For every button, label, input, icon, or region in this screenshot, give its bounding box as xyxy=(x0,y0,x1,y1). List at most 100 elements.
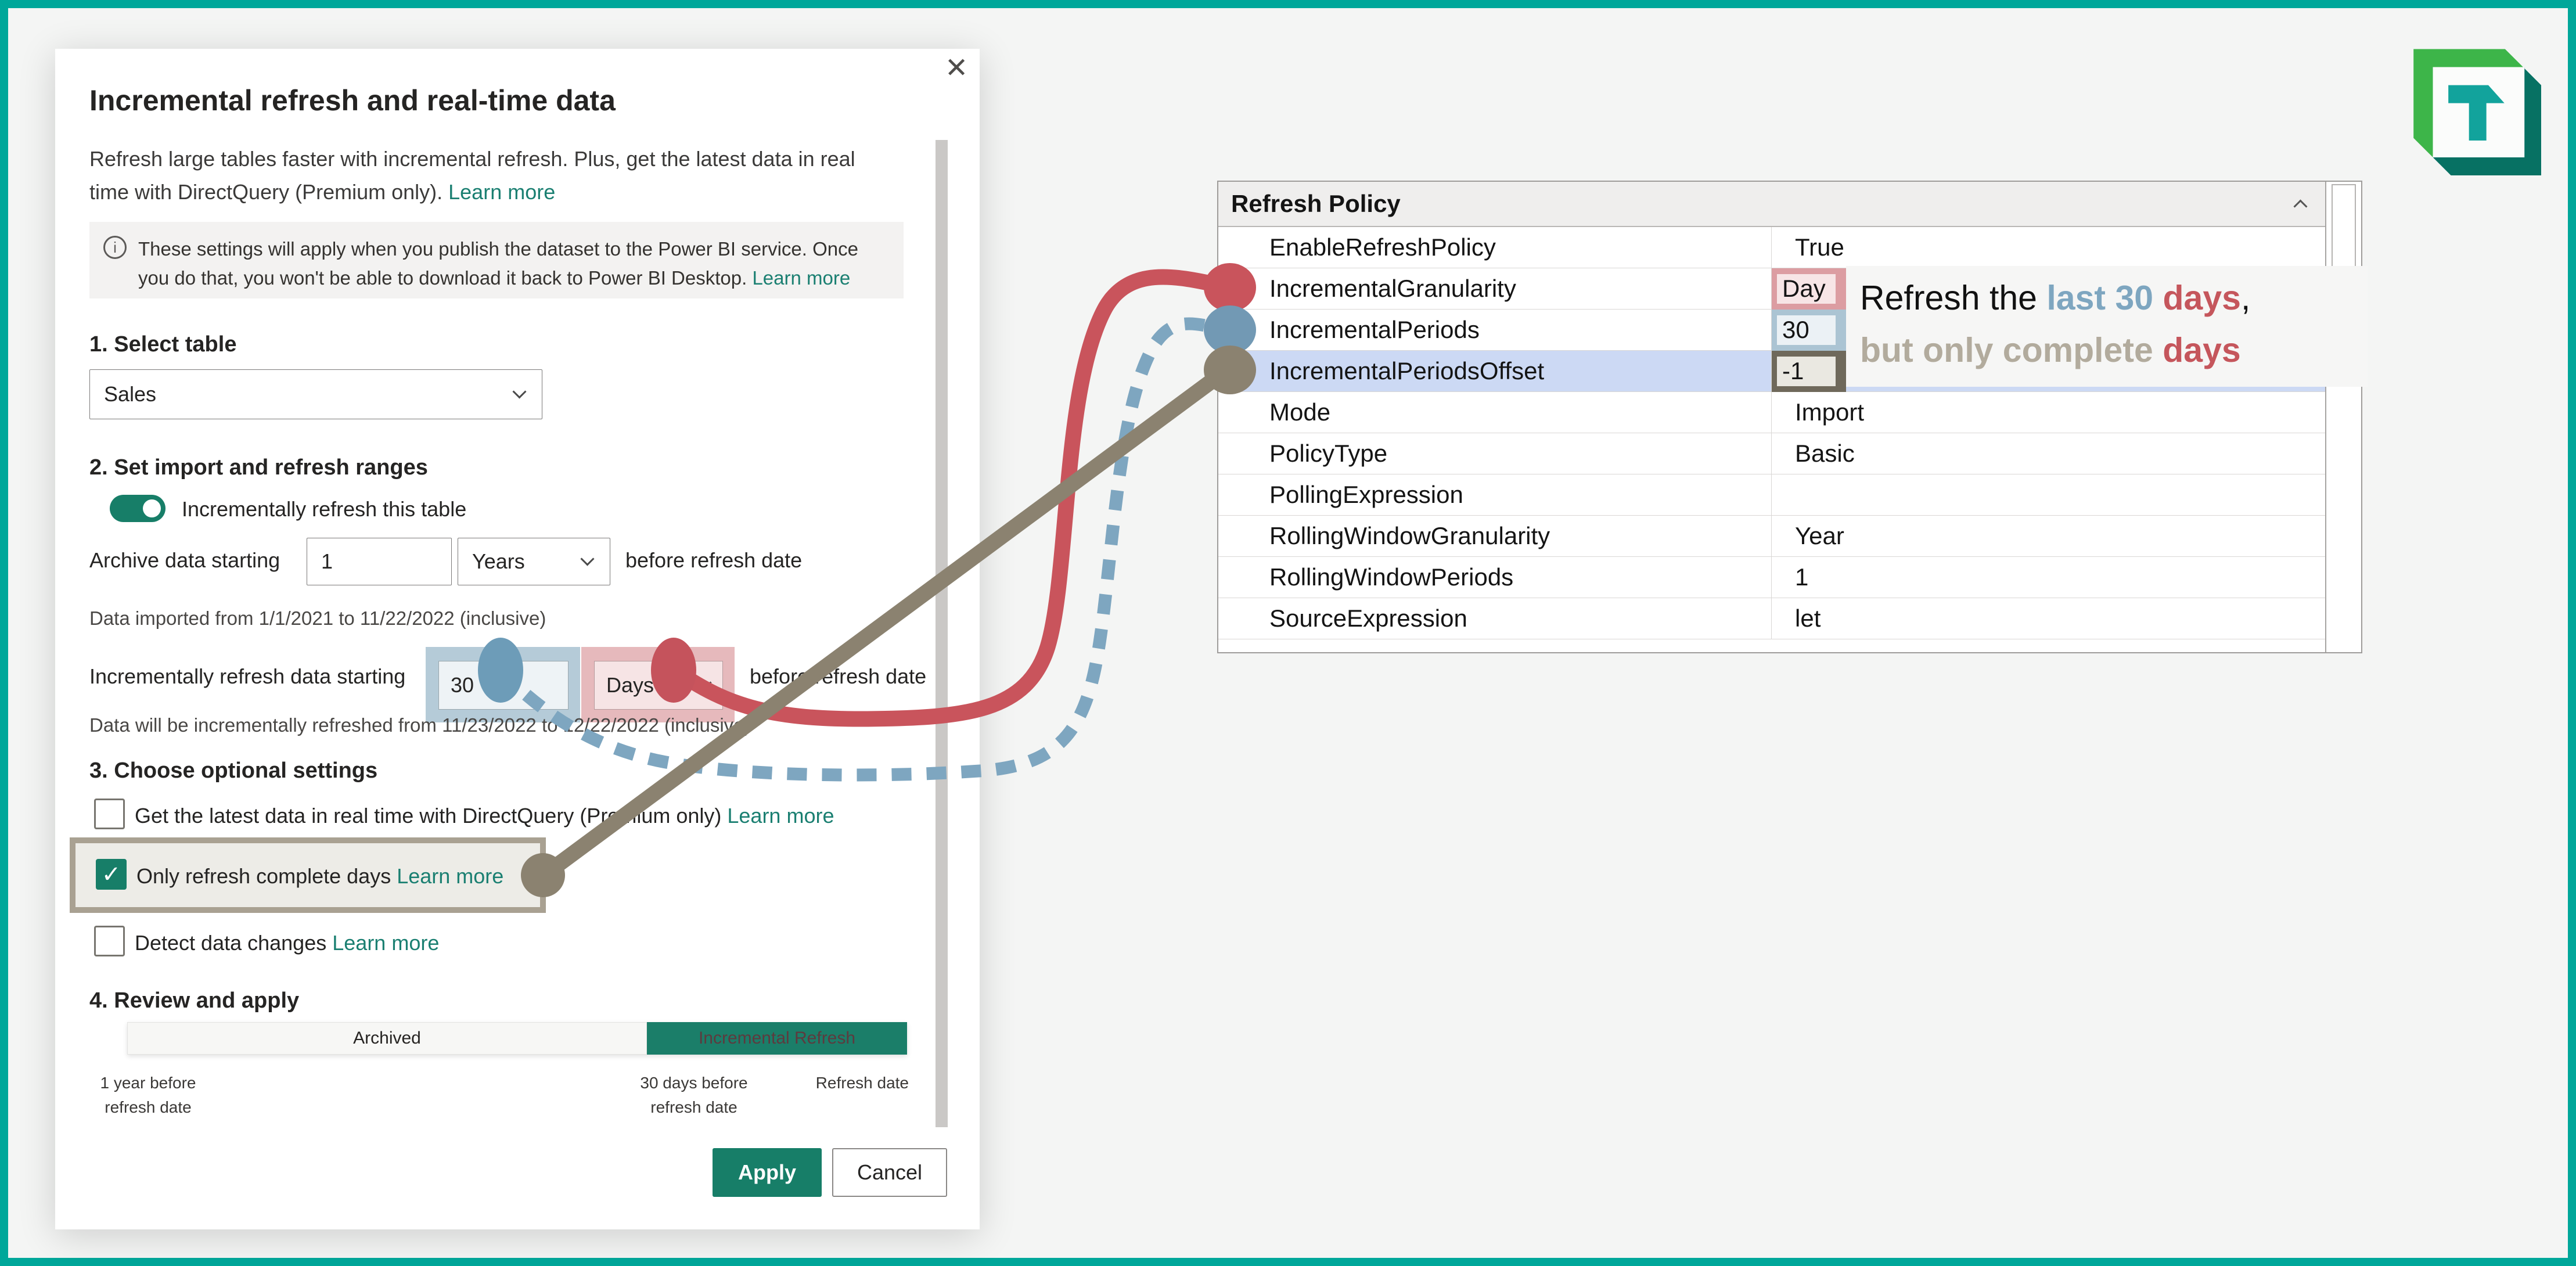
property-value: Year xyxy=(1771,516,2325,556)
info-icon: i xyxy=(103,236,127,259)
annotation-line-1: Refresh the last 30 days, xyxy=(1860,272,2368,324)
imported-note: Data imported from 1/1/2021 to 11/22/202… xyxy=(89,607,546,629)
table-row[interactable]: PolicyType Basic xyxy=(1218,433,2325,474)
annotation-text-red: days xyxy=(2163,331,2241,369)
table-row[interactable]: SourceExpression let xyxy=(1218,598,2325,639)
axis-left-line2: refresh date xyxy=(105,1098,192,1116)
highlighted-value-granularity: Day xyxy=(1772,268,1846,310)
directquery-label-text: Get the latest data in real time with Di… xyxy=(135,804,722,828)
table-select[interactable]: Sales xyxy=(89,369,542,419)
refresh-policy-table: Refresh Policy EnableRefreshPolicy True … xyxy=(1218,182,2325,652)
axis-mid-line1: 30 days before xyxy=(640,1074,748,1092)
value-text: Import xyxy=(1795,398,1865,426)
archive-label: Archive data starting xyxy=(89,548,280,572)
property-value: 1 xyxy=(1771,557,2325,598)
info-banner: i These settings will apply when you pub… xyxy=(89,222,904,298)
complete-days-checkbox[interactable]: ✓ xyxy=(96,859,127,890)
page: ✕ Incremental refresh and real-time data… xyxy=(0,0,2576,1266)
chevron-up-icon[interactable] xyxy=(2293,199,2308,214)
info-text: These settings will apply when you publi… xyxy=(138,235,890,292)
archive-suffix: before refresh date xyxy=(625,548,803,572)
property-value xyxy=(1771,474,2325,515)
value-text: Basic xyxy=(1795,440,1855,467)
table-row[interactable]: EnableRefreshPolicy True xyxy=(1218,227,2325,268)
table-row[interactable]: RollingWindowPeriods 1 xyxy=(1218,557,2325,598)
axis-label-right: Refresh date xyxy=(815,1074,909,1092)
incremental-unit-select[interactable]: Days xyxy=(594,661,723,710)
annotation-text-black: Refresh the xyxy=(1860,279,2047,317)
section-4-heading: 4. Review and apply xyxy=(89,988,300,1013)
chevron-down-icon xyxy=(580,552,595,566)
property-value: let xyxy=(1771,598,2325,639)
annotation-text-taupe: but only complete xyxy=(1860,331,2163,369)
value-text: 1 xyxy=(1795,563,1809,591)
annotation-callout: Refresh the last 30 days, but only compl… xyxy=(1846,266,2368,387)
archive-unit-select[interactable]: Years xyxy=(458,538,610,585)
value-text: 30 xyxy=(1777,315,1836,345)
toggle-knob xyxy=(143,499,161,517)
axis-left-line1: 1 year before xyxy=(100,1074,196,1092)
cancel-button[interactable]: Cancel xyxy=(832,1148,947,1197)
directquery-checkbox[interactable] xyxy=(94,799,125,829)
incremental-refresh-toggle[interactable] xyxy=(110,495,166,522)
refresh-range-bar: Archived Incremental Refresh xyxy=(127,1022,907,1055)
annotation-text-blue: last 30 xyxy=(2046,279,2163,317)
property-name: IncrementalPeriodsOffset xyxy=(1269,357,1545,384)
panel-scrollbar[interactable] xyxy=(2325,182,2361,652)
value-text: let xyxy=(1795,605,1821,632)
chevron-down-icon xyxy=(697,675,712,690)
detect-changes-label-text: Detect data changes xyxy=(135,931,327,955)
panel-header-title: Refresh Policy xyxy=(1231,190,1401,217)
axis-label-mid: 30 days before refresh date xyxy=(598,1071,790,1120)
incremental-label: Incrementally refresh data starting xyxy=(89,664,406,688)
property-name: RollingWindowGranularity xyxy=(1269,522,1550,549)
panel-header: Refresh Policy xyxy=(1218,182,2325,227)
detect-changes-label: Detect data changes Learn more xyxy=(135,931,439,955)
property-name: SourceExpression xyxy=(1269,605,1467,632)
directquery-label: Get the latest data in real time with Di… xyxy=(135,804,834,828)
value-text: -1 xyxy=(1777,356,1836,386)
dialog-scrollbar[interactable] xyxy=(936,140,948,1127)
axis-mid-line2: refresh date xyxy=(650,1098,737,1116)
archive-value: 1 xyxy=(321,549,333,573)
detect-changes-checkbox[interactable] xyxy=(94,926,125,956)
table-row[interactable]: PollingExpression xyxy=(1218,474,2325,516)
chevron-down-icon xyxy=(512,384,527,399)
section-3-heading: 3. Choose optional settings xyxy=(89,758,378,783)
section-2-heading: 2. Set import and refresh ranges xyxy=(89,455,428,480)
property-name: Mode xyxy=(1269,398,1331,426)
highlighted-value-offset: -1 xyxy=(1772,350,1846,392)
archived-segment: Archived xyxy=(127,1022,647,1055)
property-name: IncrementalPeriods xyxy=(1269,316,1480,343)
axis-label-left: 1 year before refresh date xyxy=(78,1071,218,1120)
property-name: RollingWindowPeriods xyxy=(1269,563,1514,591)
archive-value-input[interactable]: 1 xyxy=(307,538,452,585)
property-value: Basic xyxy=(1771,433,2325,474)
incremental-value-input[interactable]: 30 xyxy=(438,661,569,710)
apply-button[interactable]: Apply xyxy=(713,1148,822,1197)
highlighted-value-periods: 30 xyxy=(1772,309,1846,351)
table-row[interactable]: RollingWindowGranularity Year xyxy=(1218,516,2325,557)
annotation-text-red: days xyxy=(2163,279,2241,317)
value-text: True xyxy=(1795,233,1844,261)
directquery-learn-more-link[interactable]: Learn more xyxy=(727,804,834,828)
table-select-value: Sales xyxy=(104,382,157,406)
incremental-value: 30 xyxy=(451,673,474,697)
property-name: EnableRefreshPolicy xyxy=(1269,233,1496,261)
description-learn-more-link[interactable]: Learn more xyxy=(448,180,555,204)
refresh-policy-panel: Refresh Policy EnableRefreshPolicy True … xyxy=(1217,181,2362,653)
info-learn-more-link[interactable]: Learn more xyxy=(752,267,850,289)
close-icon[interactable]: ✕ xyxy=(945,55,968,82)
complete-days-label: Only refresh complete days Learn more xyxy=(136,864,503,889)
brand-logo xyxy=(2413,49,2541,175)
value-text: Day xyxy=(1777,274,1836,304)
refresh-note: Data will be incrementally refreshed fro… xyxy=(89,714,751,736)
complete-days-learn-more-link[interactable]: Learn more xyxy=(397,864,503,888)
property-name: IncrementalGranularity xyxy=(1269,275,1516,302)
incremental-suffix: before refresh date xyxy=(750,664,927,688)
table-row[interactable]: Mode Import xyxy=(1218,392,2325,433)
annotation-line-2: but only complete days xyxy=(1860,324,2368,376)
complete-days-label-text: Only refresh complete days xyxy=(136,864,391,888)
detect-changes-learn-more-link[interactable]: Learn more xyxy=(332,931,439,955)
incremental-refresh-dialog: ✕ Incremental refresh and real-time data… xyxy=(55,49,980,1229)
